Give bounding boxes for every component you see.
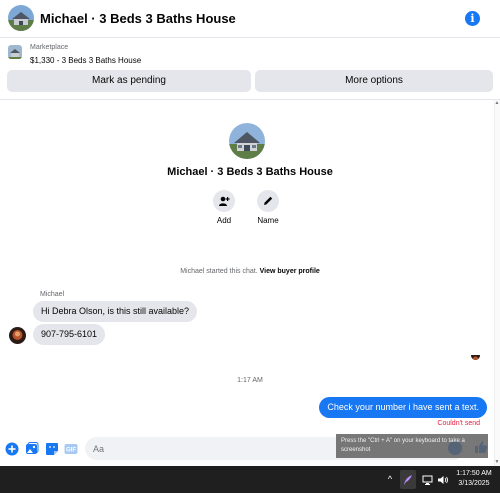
clock-date[interactable]: 3/13/2025 [452, 480, 496, 487]
seen-indicator-avatar [471, 351, 480, 360]
info-icon[interactable]: i [465, 11, 480, 26]
sender-name: Michael [40, 291, 65, 298]
more-options-button[interactable]: More options [255, 70, 493, 92]
chat-header: Michael · 3 Beds 3 Baths House i [0, 0, 500, 38]
scroll-up-arrow-icon[interactable]: ▲ [494, 100, 500, 106]
profile-name: Michael · 3 Beds 3 Baths House [167, 166, 333, 178]
clock-time[interactable]: 1:17:50 AM [452, 470, 496, 477]
listing-price-title[interactable]: $1,330 - 3 Beds 3 Baths House [30, 56, 141, 65]
network-icon[interactable] [422, 473, 434, 485]
outgoing-message[interactable]: Check your number i have sent a text. [319, 397, 487, 418]
send-failed-status[interactable]: Couldn't send [437, 420, 480, 427]
gif-label: GIF [66, 448, 76, 454]
add-action[interactable]: Add [209, 190, 239, 225]
house-avatar[interactable] [8, 5, 34, 31]
gif-icon[interactable]: GIF [64, 442, 78, 456]
marketplace-label: Marketplace [30, 44, 69, 51]
incoming-message[interactable]: Hi Debra Olson, is this still available? [33, 301, 198, 322]
message-timestamp: 1:17 AM [237, 377, 263, 384]
chat-title[interactable]: Michael · 3 Beds 3 Baths House [40, 11, 236, 26]
tray-app-feather-icon[interactable] [400, 470, 416, 489]
plus-icon[interactable] [5, 442, 19, 456]
messenger-window: Michael · 3 Beds 3 Baths House i Marketp… [0, 0, 500, 493]
add-person-icon[interactable] [213, 190, 235, 212]
name-action[interactable]: Name [253, 190, 283, 225]
show-hidden-icons-chevron-icon[interactable]: ^ [385, 473, 395, 485]
profile-avatar[interactable] [229, 123, 265, 159]
listing-thumbnail[interactable] [8, 45, 22, 59]
mark-as-pending-button[interactable]: Mark as pending [7, 70, 251, 92]
chat-started-text: Michael started this chat. [180, 268, 258, 275]
screenshot-tooltip: Press the "Ctrl + A" on your keyboard to… [336, 434, 488, 458]
volume-icon[interactable] [437, 473, 449, 485]
chat-started-notice: Michael started this chat. View buyer pr… [0, 268, 500, 275]
sender-avatar[interactable] [9, 327, 26, 344]
image-icon[interactable] [25, 442, 39, 456]
sticker-icon[interactable] [45, 442, 59, 456]
incoming-message[interactable]: 907-795-6101 [33, 324, 106, 345]
pencil-icon[interactable] [257, 190, 279, 212]
name-label: Name [257, 216, 279, 225]
marketplace-panel: Marketplace $1,330 - 3 Beds 3 Baths Hous… [0, 39, 500, 100]
add-label: Add [216, 216, 232, 225]
scrollbar[interactable] [494, 100, 500, 466]
view-buyer-profile-link[interactable]: View buyer profile [260, 268, 320, 275]
